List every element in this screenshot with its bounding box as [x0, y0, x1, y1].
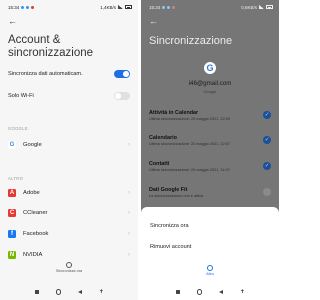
- section-google-label: GOOGLE: [8, 126, 28, 131]
- sync-now-button[interactable]: Sincronizza ora: [0, 262, 138, 273]
- sync-item-google-fit[interactable]: Dati Google Fit La sincronizzazione non …: [149, 187, 271, 198]
- battery-icon: [125, 5, 132, 9]
- account-label: Google: [23, 142, 42, 148]
- network-speed: 0,6KB/s: [241, 4, 257, 10]
- status-time: 15:34: [8, 4, 20, 10]
- menu-item-remove-account[interactable]: Rimuovi account: [150, 244, 191, 250]
- google-logo-icon: G: [204, 62, 216, 74]
- more-label: Altro: [206, 272, 214, 276]
- sync-item-contacts[interactable]: Contatti Ultima sincronizzazione: 20 mag…: [149, 161, 271, 172]
- notification-icon: [31, 5, 35, 9]
- wifi-only-label: Solo Wi-Fi: [8, 93, 34, 99]
- nvidia-icon: N: [8, 251, 16, 259]
- notification-icon: [162, 5, 166, 9]
- checkbox-checked-icon[interactable]: ✓: [263, 136, 271, 144]
- back-icon[interactable]: [78, 290, 83, 294]
- accessibility-icon[interactable]: ✝: [99, 289, 103, 295]
- sync-item-subtitle: Ultima sincronizzazione: 20 maggio 2021,…: [149, 168, 230, 172]
- battery-icon: [266, 5, 273, 9]
- menu-item-sync-now[interactable]: Sincronizza ora: [150, 223, 189, 229]
- sync-item-subtitle: La sincronizzazione non è attiva: [149, 194, 204, 198]
- signal-icon: [118, 5, 123, 9]
- back-arrow-icon[interactable]: ←: [8, 16, 17, 26]
- recents-icon[interactable]: [175, 290, 180, 294]
- sync-item-subtitle: Ultima sincronizzazione: 20 maggio 2021,…: [149, 142, 230, 146]
- account-label: CCleaner: [23, 210, 48, 216]
- chevron-right-icon: ›: [128, 142, 130, 148]
- account-sync-screen: 15:34 1,4KB/s ← Account & sincronizzazio…: [0, 0, 138, 300]
- account-row-nvidia[interactable]: N NVIDIA ›: [8, 251, 130, 259]
- sync-item-title: Attività in Calendar: [149, 110, 199, 116]
- auto-sync-toggle[interactable]: [114, 70, 130, 78]
- checkbox-checked-icon[interactable]: ✓: [263, 111, 271, 119]
- google-icon: G: [8, 141, 16, 149]
- home-icon[interactable]: [196, 289, 203, 295]
- nav-bar: ✝: [0, 284, 138, 300]
- back-arrow-icon[interactable]: ←: [149, 16, 158, 26]
- sync-item-title: Dati Google Fit: [149, 187, 188, 193]
- sync-item-calendar-tasks[interactable]: Attività in Calendar Ultima sincronizzaz…: [149, 110, 271, 121]
- auto-sync-label: Sincronizza dati automaticam.: [8, 71, 83, 77]
- wifi-only-row[interactable]: Solo Wi-Fi: [8, 92, 130, 100]
- status-bar: 15:34 0,6KB/s: [141, 0, 279, 14]
- accessibility-icon[interactable]: ✝: [240, 289, 244, 295]
- more-button[interactable]: Altro: [141, 265, 279, 276]
- section-other-label: ALTRO: [8, 176, 24, 181]
- account-label: Adobe: [23, 190, 40, 196]
- sync-icon: [66, 262, 72, 268]
- account-email: i46@gmail.com: [188, 80, 232, 87]
- account-provider: Google: [203, 89, 217, 94]
- page-title: Account & sincronizzazione: [8, 34, 94, 59]
- notification-icon: [26, 5, 30, 9]
- sync-detail-screen: 15:34 0,6KB/s ← Sincronizzazione G i46@g…: [141, 0, 279, 300]
- checkbox-unchecked-icon[interactable]: [263, 188, 271, 196]
- more-icon: [207, 265, 213, 271]
- checkbox-checked-icon[interactable]: ✓: [263, 162, 271, 170]
- auto-sync-row[interactable]: Sincronizza dati automaticam.: [8, 70, 130, 78]
- notification-icon: [172, 5, 176, 9]
- account-row-google[interactable]: G Google ›: [8, 141, 130, 149]
- notification-icon: [167, 5, 171, 9]
- back-icon[interactable]: [219, 290, 224, 294]
- page-title: Sincronizzazione: [149, 35, 233, 47]
- home-icon[interactable]: [55, 289, 62, 295]
- ccleaner-icon: C: [8, 209, 16, 217]
- network-speed: 1,4KB/s: [100, 4, 116, 10]
- nav-bar: ✝: [141, 284, 279, 300]
- sync-item-title: Contatti: [149, 161, 170, 167]
- account-row-ccleaner[interactable]: C CCleaner ›: [8, 209, 130, 217]
- chevron-right-icon: ›: [128, 210, 130, 216]
- facebook-icon: f: [8, 230, 16, 238]
- adobe-icon: A: [8, 189, 16, 197]
- chevron-right-icon: ›: [128, 252, 130, 258]
- sync-item-subtitle: Ultima sincronizzazione: 20 maggio 2021,…: [149, 117, 230, 121]
- recents-icon[interactable]: [34, 290, 39, 294]
- signal-icon: [259, 5, 264, 9]
- chevron-right-icon: ›: [128, 190, 130, 196]
- sync-now-label: Sincronizza ora: [55, 269, 83, 273]
- sync-item-calendar[interactable]: Calendario Ultima sincronizzazione: 20 m…: [149, 135, 271, 146]
- sync-item-title: Calendario: [149, 135, 177, 141]
- wifi-only-toggle[interactable]: [114, 92, 130, 100]
- account-row-adobe[interactable]: A Adobe ›: [8, 189, 130, 197]
- chevron-right-icon: ›: [128, 231, 130, 237]
- account-row-facebook[interactable]: f Facebook ›: [8, 230, 130, 238]
- account-label: NVIDIA: [23, 252, 43, 258]
- status-bar: 15:34 1,4KB/s: [0, 0, 138, 14]
- notification-icon: [21, 5, 25, 9]
- account-label: Facebook: [23, 231, 49, 237]
- bottom-sheet-menu: Sincronizza ora Rimuovi account Altro ✝: [141, 207, 279, 300]
- status-time: 15:34: [149, 4, 161, 10]
